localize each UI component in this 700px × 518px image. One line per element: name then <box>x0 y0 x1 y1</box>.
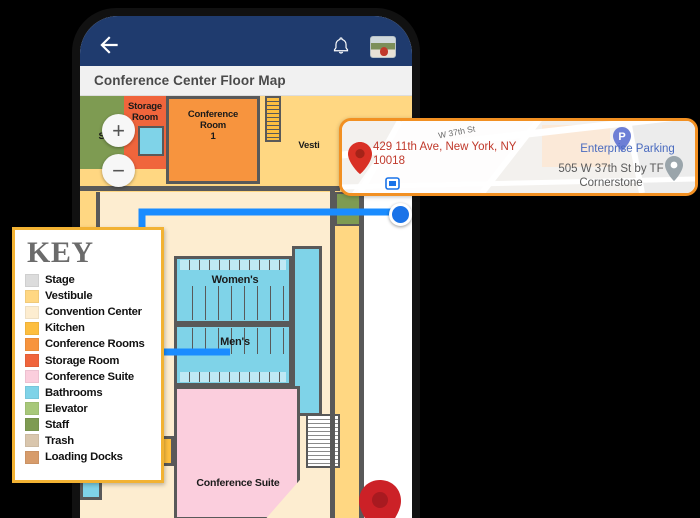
key-label: Loading Docks <box>45 451 123 464</box>
title-bar: Conference Center Floor Map <box>80 66 412 96</box>
label-conference-suite: Conference Suite <box>196 477 280 489</box>
region-stairs-top <box>265 96 281 142</box>
key-item: Bathrooms <box>25 385 161 401</box>
region-storage-bath <box>138 126 164 156</box>
page-title: Conference Center Floor Map <box>94 73 286 88</box>
key-swatch <box>25 450 39 464</box>
region-conference-suite <box>174 386 300 518</box>
region-exterior-right <box>363 192 412 518</box>
key-legend: KEY Stage Vestibule Convention Center Kitch… <box>12 227 164 483</box>
key-swatch <box>25 305 39 319</box>
address-text: 429 11th Ave, New York, NY 10018 <box>373 141 517 167</box>
key-item: Elevator <box>25 401 161 417</box>
key-item: Storage Room <box>25 352 161 368</box>
key-label: Convention Center <box>45 306 142 319</box>
key-items-list: Stage Vestibule Convention Center Kitchen Co… <box>25 272 161 465</box>
key-item: Trash <box>25 433 161 449</box>
key-label: Stage <box>45 274 75 287</box>
zoom-in-button[interactable]: + <box>102 114 135 147</box>
zoom-out-button[interactable]: − <box>102 154 135 187</box>
key-swatch <box>25 354 39 368</box>
key-item: Kitchen <box>25 320 161 336</box>
key-swatch <box>25 386 39 400</box>
key-label: Vestibule <box>45 290 93 303</box>
bathroom-fixtures-womens <box>180 260 286 270</box>
key-label: Staff <box>45 418 69 431</box>
key-item: Loading Docks <box>25 449 161 465</box>
key-label: Bathrooms <box>45 386 103 399</box>
back-arrow-icon[interactable] <box>96 32 122 58</box>
label-womens: Women's <box>211 274 259 286</box>
key-swatch <box>25 370 39 384</box>
key-label: Elevator <box>45 402 88 415</box>
key-title: KEY <box>27 236 94 269</box>
key-swatch <box>25 289 39 303</box>
map-pin-icon <box>348 142 372 174</box>
app-bar <box>80 16 412 66</box>
parking-address: 505 W 37th St by TF Cornerstone <box>558 163 664 189</box>
svg-text:P: P <box>618 131 625 143</box>
avatar[interactable] <box>370 36 396 58</box>
address-callout[interactable]: W 37th St 429 11th Ave, New York, NY 100… <box>339 118 698 196</box>
key-swatch <box>25 402 39 416</box>
key-item: Vestibule <box>25 288 161 304</box>
key-label: Conference Suite <box>45 370 134 383</box>
bathroom-fixtures-mens <box>180 372 286 382</box>
key-label: Kitchen <box>45 322 85 335</box>
wall-vertical-right <box>330 186 335 518</box>
key-swatch <box>25 418 39 432</box>
label-conference-room-1: Conference Room 1 <box>187 109 239 142</box>
destination-pin-icon[interactable] <box>351 478 409 518</box>
key-label: Trash <box>45 434 74 447</box>
key-swatch <box>25 273 39 287</box>
key-item: Conference Suite <box>25 369 161 385</box>
key-swatch <box>25 321 39 335</box>
key-item: Staff <box>25 417 161 433</box>
label-vestibule: Vesti <box>298 140 320 151</box>
bell-icon[interactable] <box>330 34 352 58</box>
key-label: Conference Rooms <box>45 338 145 351</box>
key-label: Storage Room <box>45 354 120 367</box>
key-item: Stage <box>25 272 161 288</box>
label-mens: Men's <box>220 336 250 348</box>
key-item: Conference Rooms <box>25 336 161 352</box>
wall-vertical-far-right <box>359 192 364 518</box>
key-swatch <box>25 434 39 448</box>
route-start-dot <box>389 203 412 226</box>
zoom-controls: + − <box>102 114 135 187</box>
key-swatch <box>25 337 39 351</box>
bathroom-stalls-womens <box>180 286 286 320</box>
key-item: Convention Center <box>25 304 161 320</box>
